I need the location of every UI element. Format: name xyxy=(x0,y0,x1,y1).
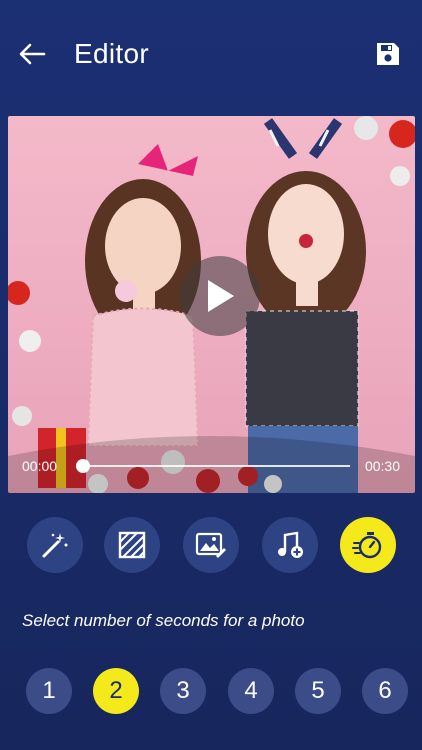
magic-wand-icon xyxy=(42,533,68,558)
pattern-frame-icon xyxy=(118,531,146,559)
add-music-icon xyxy=(278,531,303,558)
seek-bar[interactable] xyxy=(82,465,350,467)
image-edit-icon xyxy=(195,532,226,558)
seconds-option-6[interactable]: 6 xyxy=(362,668,408,714)
play-icon xyxy=(208,280,234,312)
current-time: 00:00 xyxy=(22,458,58,474)
duration: 00:30 xyxy=(364,458,400,474)
tool-bar xyxy=(0,517,422,575)
play-button[interactable] xyxy=(180,256,260,336)
seconds-option-2[interactable]: 2 xyxy=(93,668,139,714)
seek-thumb[interactable] xyxy=(76,459,90,473)
frame-tool-button[interactable] xyxy=(104,517,160,573)
seconds-option-4[interactable]: 4 xyxy=(228,668,274,714)
seconds-selector: 1 2 3 4 5 6 xyxy=(0,668,422,716)
music-tool-button[interactable] xyxy=(262,517,318,573)
floppy-disk-icon xyxy=(377,43,399,65)
arrow-left-icon xyxy=(19,43,46,65)
top-bar: Editor xyxy=(0,0,422,108)
seconds-option-3[interactable]: 3 xyxy=(160,668,206,714)
seconds-option-5[interactable]: 5 xyxy=(295,668,341,714)
back-button[interactable] xyxy=(14,36,50,72)
page-title: Editor xyxy=(74,38,149,69)
seconds-option-1[interactable]: 1 xyxy=(26,668,72,714)
save-button[interactable] xyxy=(372,38,404,70)
effects-tool-button[interactable] xyxy=(27,517,83,573)
timer-icon xyxy=(352,532,382,559)
duration-tool-button[interactable] xyxy=(340,517,396,573)
seconds-hint: Select number of seconds for a photo xyxy=(22,611,305,630)
image-tool-button[interactable] xyxy=(183,517,239,573)
